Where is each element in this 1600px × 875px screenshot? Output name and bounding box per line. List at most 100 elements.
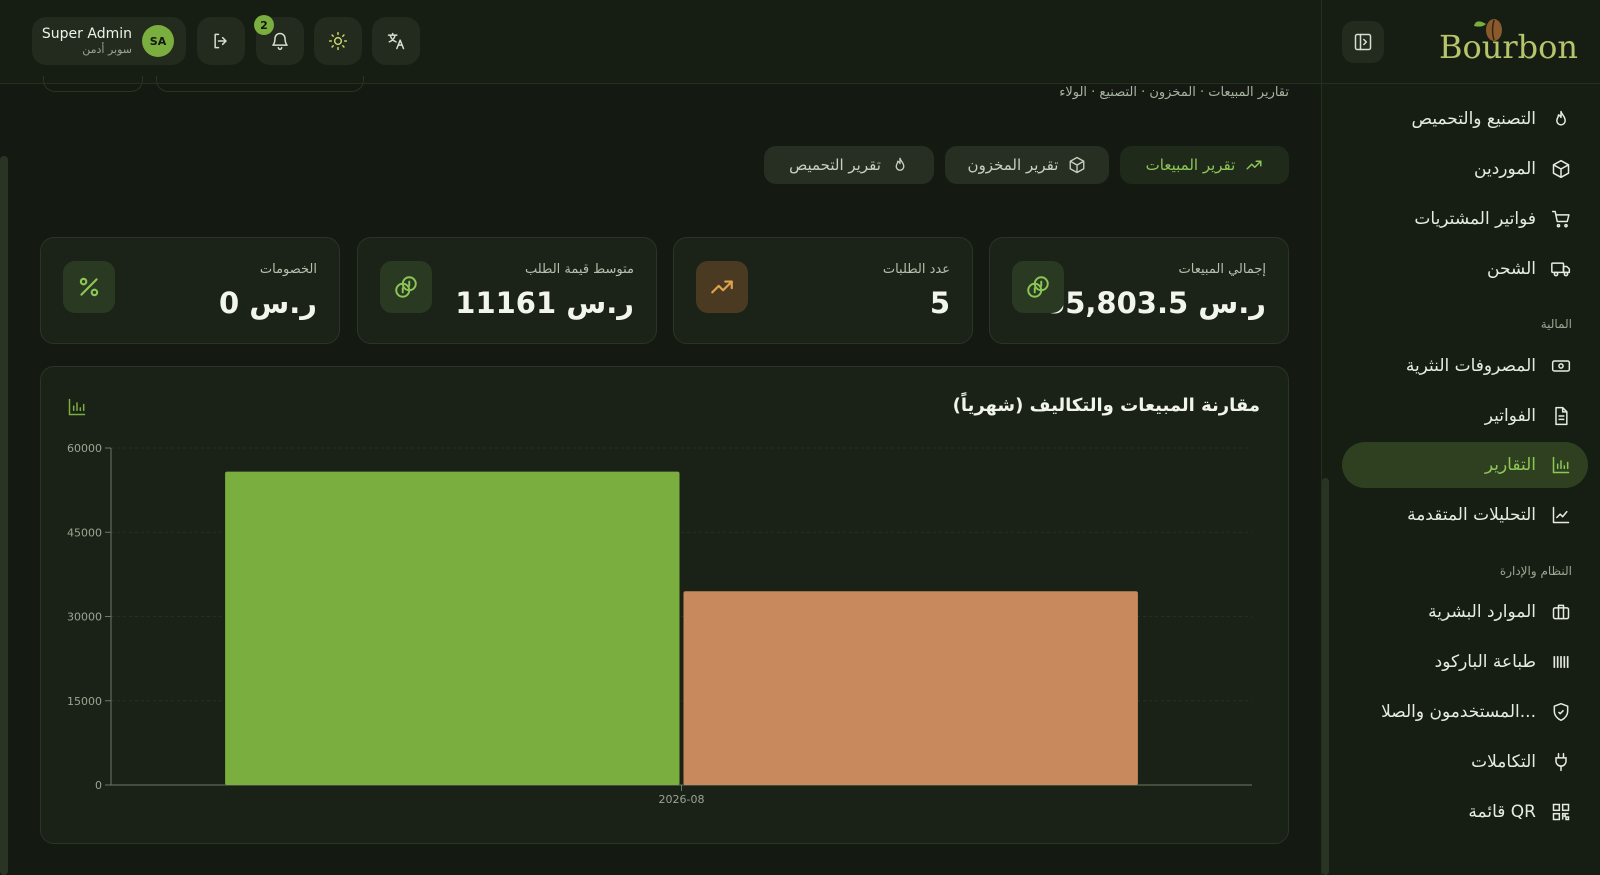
- y-tick-label: 0: [95, 779, 102, 792]
- user-info: Super Admin سوبر أدمن: [42, 26, 132, 56]
- sidebar-item-label: فواتير المشتريات: [1414, 209, 1536, 229]
- stat-value: 0 ر.س: [218, 286, 317, 320]
- trending-up-icon: [696, 261, 748, 313]
- main-scrollbar[interactable]: [0, 156, 8, 875]
- notifications-button[interactable]: 2: [254, 15, 304, 65]
- sidebar-item-label: طباعة الباركود: [1434, 652, 1536, 672]
- stat-value: 5: [929, 286, 950, 320]
- translate-icon: [387, 32, 405, 50]
- page-subtitle: تقارير المبيعات · المخزون · التصنيع · ال…: [1059, 85, 1289, 100]
- user-name: Super Admin: [41, 26, 132, 42]
- theme-toggle-button[interactable]: [314, 17, 362, 65]
- sidebar-item-users-permissions[interactable]: المستخدمون والصلا...: [1342, 689, 1588, 735]
- sidebar-item-label: المصروفات النثرية: [1405, 356, 1536, 376]
- truck-icon: [1550, 258, 1572, 280]
- coins-icon: [380, 261, 432, 313]
- notifications-badge: 2: [254, 15, 274, 35]
- sidebar-item-suppliers[interactable]: الموردين: [1342, 146, 1588, 192]
- x-tick-label: 2026-08: [659, 793, 705, 806]
- y-tick-label: 60000: [67, 442, 102, 455]
- hidden-action-button[interactable]: [156, 76, 364, 92]
- bar-chart-icon: [1550, 454, 1572, 476]
- sidebar-item-label: التحليلات المتقدمة: [1407, 505, 1536, 525]
- flame-icon: [1550, 108, 1572, 130]
- plug-icon: [1550, 751, 1572, 773]
- package-icon: [1550, 158, 1572, 180]
- y-tick-label: 15000: [67, 695, 102, 708]
- logout-button[interactable]: [197, 17, 245, 65]
- stat-label: عدد الطلبات: [882, 262, 950, 277]
- y-tick-label: 30000: [67, 611, 102, 624]
- topbar: Super Admin سوبر أدمن SA 2: [0, 0, 1321, 84]
- sidebar-item-label: التقارير: [1484, 455, 1536, 475]
- sidebar-toggle-icon: [1354, 33, 1372, 51]
- stat-card-orders-count: عدد الطلبات 5: [673, 237, 973, 344]
- user-role: سوبر أدمن: [82, 43, 132, 56]
- language-button[interactable]: [372, 17, 420, 65]
- sidebar-item-reports[interactable]: التقارير: [1342, 442, 1588, 488]
- logo-text: Bourbon: [1438, 28, 1578, 66]
- sidebar-item-roasting[interactable]: التصنيع والتحميص: [1342, 96, 1588, 142]
- sidebar-item-label: الموردين: [1474, 159, 1536, 179]
- collapse-sidebar-button[interactable]: [1342, 21, 1384, 63]
- sidebar-item-qr-menu[interactable]: قائمة QR: [1342, 789, 1588, 835]
- tab-label: تقرير التحميص: [789, 156, 881, 174]
- sidebar-scrollbar[interactable]: [1322, 478, 1329, 875]
- sidebar-item-shipping[interactable]: الشحن: [1342, 246, 1588, 292]
- stat-value: 11161 ر.س: [455, 286, 634, 320]
- briefcase-icon: [1550, 601, 1572, 623]
- sidebar-item-label: الموارد البشرية: [1428, 602, 1536, 622]
- flame-icon: [891, 156, 909, 174]
- avatar: SA: [142, 25, 174, 57]
- bar-chart: 0 15000 30000 45000 60000 2026-08: [67, 442, 1252, 806]
- cart-icon: [1550, 208, 1572, 230]
- logout-icon: [214, 33, 227, 49]
- trending-up-icon: [1245, 156, 1263, 174]
- tab-label: تقرير المبيعات: [1145, 156, 1236, 174]
- stat-card-discounts: الخصومات 0 ر.س: [40, 237, 340, 344]
- tab-sales-report[interactable]: تقرير المبيعات: [1120, 146, 1289, 184]
- sidebar-item-purchase-invoices[interactable]: فواتير المشتريات: [1342, 196, 1588, 242]
- sidebar-item-label: المستخدمون والصلا...: [1381, 702, 1536, 722]
- stat-card-average-order: متوسط قيمة الطلب 11161 ر.س: [357, 237, 657, 344]
- sun-icon: [328, 31, 348, 51]
- sidebar-item-hr[interactable]: الموارد البشرية: [1342, 589, 1588, 635]
- bar-series-1: [225, 471, 680, 785]
- tab-roasting-report[interactable]: تقرير التحميص: [764, 146, 934, 184]
- nav-section-system: النظام والإدارة: [1499, 564, 1572, 578]
- bar-series-2: [683, 591, 1138, 785]
- sidebar-item-label: التصنيع والتحميص: [1411, 109, 1537, 129]
- bell-icon: [272, 32, 288, 51]
- sidebar-item-label: الفواتير: [1484, 406, 1536, 426]
- sidebar: Bourbon التصنيع والتحميص الموردين فواتير…: [1321, 0, 1600, 875]
- stat-value: 55,803.5 ر.س: [1045, 286, 1266, 320]
- cash-icon: [1550, 355, 1572, 377]
- nav-section-finance: المالية: [1540, 317, 1572, 331]
- sidebar-item-label: قائمة QR: [1468, 802, 1536, 822]
- stat-label: متوسط قيمة الطلب: [524, 262, 634, 277]
- qr-icon: [1550, 801, 1572, 823]
- box-icon: [1068, 156, 1086, 174]
- sidebar-item-label: التكاملات: [1471, 752, 1536, 772]
- file-icon: [1550, 405, 1572, 427]
- user-menu[interactable]: Super Admin سوبر أدمن SA: [32, 17, 186, 65]
- y-tick-label: 45000: [67, 526, 102, 539]
- sidebar-item-advanced-analytics[interactable]: التحليلات المتقدمة: [1342, 492, 1588, 538]
- stat-label: إجمالي المبيعات: [1178, 262, 1266, 277]
- stat-card-total-sales: إجمالي المبيعات 55,803.5 ر.س: [989, 237, 1289, 344]
- shield-icon: [1550, 701, 1572, 723]
- sidebar-item-petty-cash[interactable]: المصروفات النثرية: [1342, 343, 1588, 389]
- sidebar-item-integrations[interactable]: التكاملات: [1342, 739, 1588, 785]
- line-chart-icon: [1550, 504, 1572, 526]
- hidden-action-button[interactable]: [43, 76, 143, 92]
- stat-label: الخصومات: [259, 262, 317, 277]
- percent-icon: [63, 261, 115, 313]
- sales-cost-chart-card: مقارنة المبيعات والتكاليف (شهرياً) 0 1500…: [40, 366, 1289, 844]
- coins-icon: [1012, 261, 1064, 313]
- sidebar-item-barcode[interactable]: طباعة الباركود: [1342, 639, 1588, 685]
- sidebar-header: Bourbon: [1322, 0, 1600, 84]
- tab-label: تقرير المخزون: [967, 156, 1059, 174]
- tab-inventory-report[interactable]: تقرير المخزون: [945, 146, 1109, 184]
- sidebar-item-invoices[interactable]: الفواتير: [1342, 393, 1588, 439]
- logo[interactable]: Bourbon: [1439, 16, 1578, 72]
